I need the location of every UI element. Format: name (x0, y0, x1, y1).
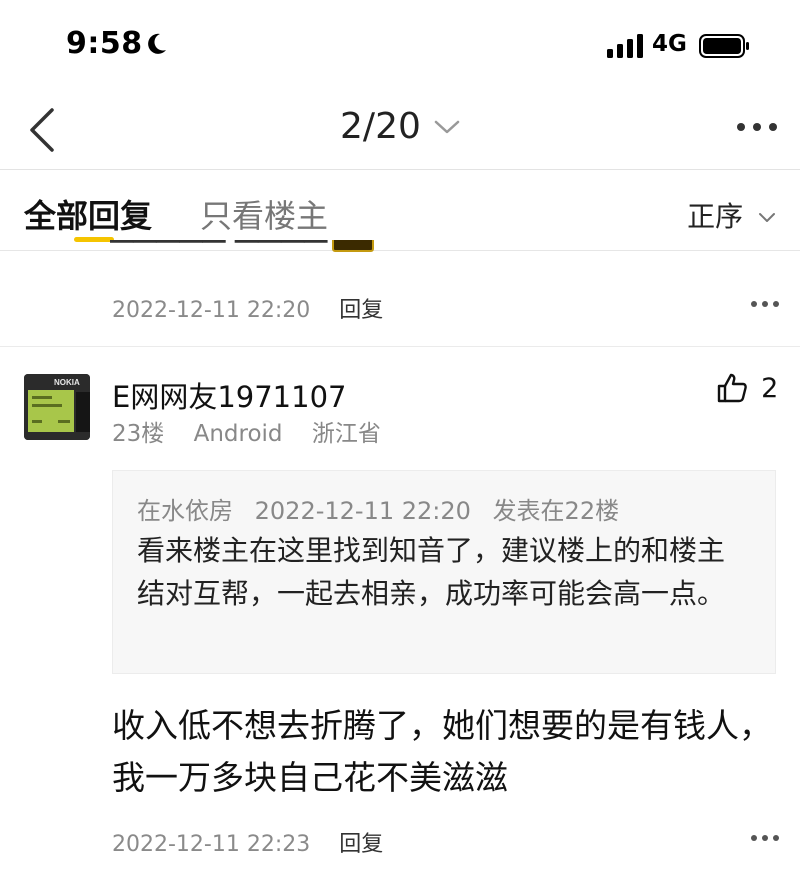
quote-timestamp: 2022-12-11 22:20 (254, 497, 471, 525)
page-selector[interactable]: 2/20 (0, 106, 800, 147)
device-label: Android (193, 421, 283, 447)
location-label: 浙江省 (311, 421, 381, 447)
sort-label: 正序 (687, 200, 744, 233)
page-indicator: 2/20 (340, 106, 421, 147)
thumbs-up-icon (717, 373, 747, 403)
more-icon[interactable] (750, 833, 780, 843)
status-time: 9:58 (66, 26, 143, 61)
more-icon[interactable] (736, 120, 778, 134)
avatar-brand: NOKIA (54, 378, 80, 387)
post-meta: 23楼 Android 浙江省 (112, 414, 403, 448)
previous-post-reply-button[interactable]: 回复 (339, 298, 383, 323)
quote-text: 看来楼主在这里找到知音了，建议楼上的和楼主结对互帮，一起去相亲，成功率可能会高一… (137, 534, 726, 610)
cut-text-fragment: ▀▀▀▀▀ ▀▀▀▀ (110, 240, 328, 260)
post-timestamp: 2022-12-11 22:23 (112, 832, 311, 857)
previous-post-cut-text: ▀▀▀▀▀ ▀▀▀▀ (110, 240, 410, 260)
like-button[interactable]: 2 (716, 372, 778, 408)
quote-author: 在水依房 (137, 497, 233, 525)
nav-bar: 2/20 (0, 90, 800, 170)
avatar[interactable]: NOKIA (24, 374, 90, 440)
tab-owner-only[interactable]: 只看楼主 (200, 191, 328, 237)
like-count: 2 (761, 372, 779, 404)
post-footer: 2022-12-11 22:23 回复 (112, 826, 383, 858)
signal-icon (607, 34, 643, 58)
active-tab-indicator (74, 237, 114, 242)
username[interactable]: E网网友1971107 (112, 374, 346, 416)
emoji-sticker-icon (332, 240, 374, 252)
quote-floor-ref: 发表在22楼 (492, 497, 620, 525)
reply-button[interactable]: 回复 (339, 832, 383, 857)
sort-order-dropdown[interactable]: 正序 (687, 195, 776, 235)
floor-number: 23楼 (112, 421, 165, 447)
post-content: 收入低不想去折腾了，她们想要的是有钱人，我一万多块自己花不美滋滋 (112, 706, 772, 797)
quote-header: 在水依房 2022-12-11 22:20 发表在22楼 (137, 491, 633, 526)
previous-post-timestamp: 2022-12-11 22:20 (112, 298, 311, 323)
quoted-reply[interactable]: 在水依房 2022-12-11 22:20 发表在22楼 看来楼主在这里找到知音… (112, 470, 776, 674)
post-divider (0, 346, 800, 347)
chevron-down-icon (759, 213, 775, 222)
network-type: 4G (652, 31, 687, 57)
status-bar: 9:58 4G (0, 0, 800, 90)
battery-icon (699, 34, 749, 58)
moon-icon (148, 33, 166, 54)
previous-post-meta: 2022-12-11 22:20 回复 (112, 292, 383, 324)
phone-avatar-icon: NOKIA (24, 374, 90, 440)
tab-all-replies[interactable]: 全部回复 (24, 191, 152, 237)
reply-tabs: 全部回复 只看楼主 正序 (0, 171, 800, 251)
chevron-down-icon (434, 120, 460, 133)
more-icon[interactable] (750, 299, 780, 309)
